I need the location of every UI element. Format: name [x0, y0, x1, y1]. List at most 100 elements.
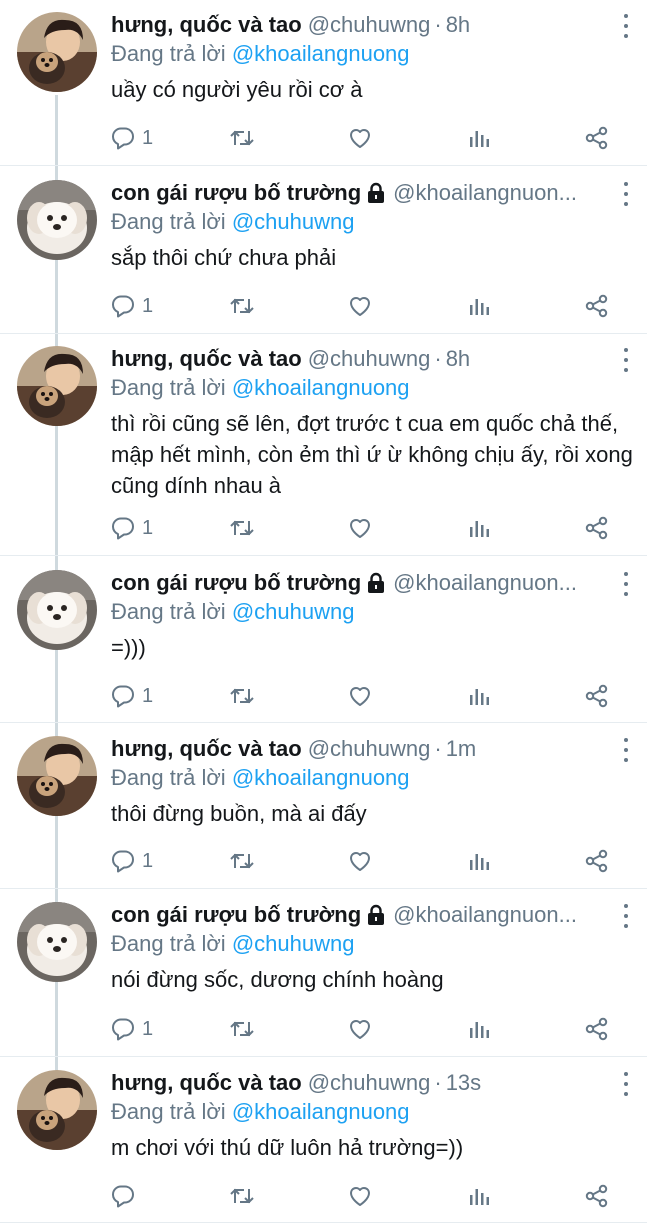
replying-to-mention[interactable]: @khoailangnuong [232, 41, 410, 66]
tweet-content: con gái rượu bố trường @khoailangnuon... Đ… [111, 570, 633, 663]
display-name[interactable]: hưng, quốc và tao [111, 736, 302, 762]
bar-chart-icon [467, 848, 491, 874]
share-button[interactable] [584, 683, 610, 709]
heart-icon [347, 293, 373, 319]
avatar[interactable] [17, 12, 97, 92]
replying-to-mention[interactable]: @chuhuwng [232, 599, 355, 624]
share-button[interactable] [584, 1183, 610, 1209]
share-button[interactable] [584, 125, 610, 151]
reply-count: 1 [142, 294, 154, 317]
username-handle[interactable]: @chuhuwng [308, 1070, 431, 1096]
like-button[interactable] [347, 125, 373, 151]
tweet-actions [0, 1183, 647, 1213]
username-handle[interactable]: @chuhuwng [308, 346, 431, 372]
tweet-content: hưng, quốc và tao @chuhuwng · 8h Đang trả lờ… [111, 346, 633, 501]
avatar[interactable] [17, 902, 97, 982]
display-name[interactable]: hưng, quốc và tao [111, 346, 302, 372]
share-icon [584, 1183, 610, 1209]
share-button[interactable] [584, 293, 610, 319]
reply-button[interactable] [110, 1183, 136, 1209]
retweet-button[interactable] [228, 293, 256, 319]
like-button[interactable] [347, 515, 373, 541]
vertical-dots-icon[interactable] [619, 14, 633, 38]
speech-bubble-icon [110, 683, 136, 709]
vertical-dots-icon[interactable] [619, 738, 633, 762]
tweet-actions: 1 [0, 125, 647, 155]
retweet-button[interactable] [228, 1183, 256, 1209]
retweet-button[interactable] [228, 683, 256, 709]
heart-icon [347, 683, 373, 709]
username-handle[interactable]: @chuhuwng [308, 736, 431, 762]
reply-button[interactable]: 1 [110, 125, 153, 151]
replying-to-line: Đang trả lời @chuhuwng [111, 598, 633, 626]
retweet-button[interactable] [228, 1016, 256, 1042]
vertical-dots-icon[interactable] [619, 348, 633, 372]
tweet-actions: 1 [0, 683, 647, 713]
reply-button[interactable]: 1 [110, 515, 153, 541]
username-handle[interactable]: @khoailangnuon... [393, 180, 577, 206]
avatar[interactable] [17, 346, 97, 426]
retweet-button[interactable] [228, 848, 256, 874]
replying-label: Đang trả lời [111, 599, 226, 624]
timestamp[interactable]: 8h [446, 12, 470, 38]
reply-button[interactable]: 1 [110, 848, 153, 874]
tweet-text: m chơi với thú dữ luôn hả trường=)) [111, 1135, 464, 1160]
replying-label: Đang trả lời [111, 375, 226, 400]
tweet-divider [0, 1056, 647, 1057]
like-button[interactable] [347, 1183, 373, 1209]
display-name[interactable]: con gái rượu bố trường [111, 180, 361, 206]
replying-to-mention[interactable]: @chuhuwng [232, 209, 355, 234]
timestamp[interactable]: 8h [446, 346, 470, 372]
display-name[interactable]: con gái rượu bố trường [111, 902, 361, 928]
replying-to-mention[interactable]: @chuhuwng [232, 931, 355, 956]
share-button[interactable] [584, 1016, 610, 1042]
analytics-button[interactable] [467, 1183, 491, 1209]
avatar[interactable] [17, 570, 97, 650]
like-button[interactable] [347, 848, 373, 874]
analytics-button[interactable] [467, 293, 491, 319]
reply-button[interactable]: 1 [110, 1016, 153, 1042]
reply-button[interactable]: 1 [110, 293, 153, 319]
analytics-button[interactable] [467, 848, 491, 874]
retweet-icon [228, 293, 256, 319]
vertical-dots-icon[interactable] [619, 182, 633, 206]
like-button[interactable] [347, 293, 373, 319]
bar-chart-icon [467, 1016, 491, 1042]
username-handle[interactable]: @khoailangnuon... [393, 570, 577, 596]
analytics-button[interactable] [467, 515, 491, 541]
retweet-icon [228, 848, 256, 874]
vertical-dots-icon[interactable] [619, 904, 633, 928]
like-button[interactable] [347, 1016, 373, 1042]
username-handle[interactable]: @khoailangnuon... [393, 902, 577, 928]
avatar[interactable] [17, 1070, 97, 1150]
avatar[interactable] [17, 736, 97, 816]
replying-to-mention[interactable]: @khoailangnuong [232, 375, 410, 400]
display-name[interactable]: hưng, quốc và tao [111, 1070, 302, 1096]
vertical-dots-icon[interactable] [619, 1072, 633, 1096]
vertical-dots-icon[interactable] [619, 572, 633, 596]
bar-chart-icon [467, 125, 491, 151]
analytics-button[interactable] [467, 125, 491, 151]
retweet-button[interactable] [228, 515, 256, 541]
share-button[interactable] [584, 848, 610, 874]
timestamp[interactable]: 13s [446, 1070, 481, 1096]
replying-to-mention[interactable]: @khoailangnuong [232, 1099, 410, 1124]
replying-to-mention[interactable]: @khoailangnuong [232, 765, 410, 790]
username-handle[interactable]: @chuhuwng [308, 12, 431, 38]
tweet-actions: 1 [0, 515, 647, 545]
reply-button[interactable]: 1 [110, 683, 153, 709]
avatar[interactable] [17, 180, 97, 260]
analytics-button[interactable] [467, 1016, 491, 1042]
tweet-header: hưng, quốc và tao @chuhuwng · 8h [111, 346, 633, 372]
separator-dot: · [434, 12, 442, 37]
tweet-text: sắp thôi chứ chưa phải [111, 245, 337, 270]
share-icon [584, 683, 610, 709]
retweet-button[interactable] [228, 125, 256, 151]
tweet-header: hưng, quốc và tao @chuhuwng · 8h [111, 12, 633, 38]
share-button[interactable] [584, 515, 610, 541]
display-name[interactable]: con gái rượu bố trường [111, 570, 361, 596]
like-button[interactable] [347, 683, 373, 709]
timestamp[interactable]: 1m [446, 736, 477, 762]
display-name[interactable]: hưng, quốc và tao [111, 12, 302, 38]
analytics-button[interactable] [467, 683, 491, 709]
